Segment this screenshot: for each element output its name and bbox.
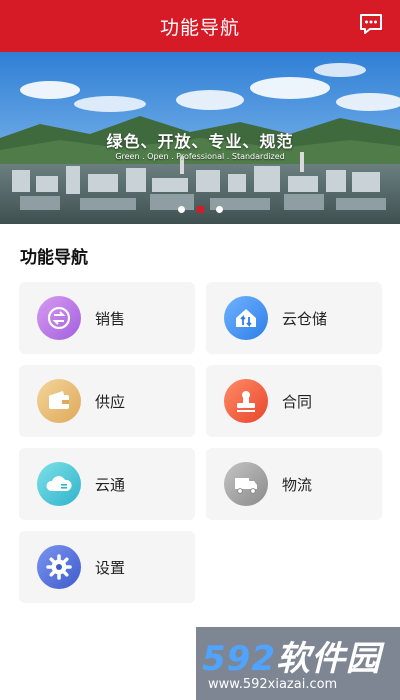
watermark-brand: 软件园 <box>275 639 381 679</box>
menu-card-cloud-warehouse[interactable]: 云仓储 <box>206 282 382 354</box>
menu-card-cloud-link[interactable]: 云通 <box>19 448 195 520</box>
site-watermark: 592软件园 www.592xiazai.com <box>196 627 400 700</box>
carousel-indicator <box>0 206 400 213</box>
gear-icon <box>37 545 81 589</box>
cloud-icon <box>37 462 81 506</box>
menu-label: 合同 <box>282 393 313 411</box>
truck-icon <box>224 462 268 506</box>
watermark-number: 592 <box>202 639 276 679</box>
wallet-icon <box>37 379 81 423</box>
sales-exchange-icon <box>37 296 81 340</box>
banner-carousel[interactable]: 绿色、开放、专业、规范 Green . Open . Professional … <box>0 52 400 224</box>
message-button[interactable] <box>358 12 384 36</box>
stamp-icon <box>224 379 268 423</box>
menu-label: 云通 <box>95 476 126 494</box>
menu-card-sales[interactable]: 销售 <box>19 282 195 354</box>
cloud-warehouse-icon <box>224 296 268 340</box>
carousel-dot[interactable] <box>177 206 185 213</box>
menu-card-contract[interactable]: 合同 <box>206 365 382 437</box>
menu-label: 设置 <box>95 559 126 577</box>
carousel-dot[interactable] <box>215 206 223 213</box>
top-bar: 功能导航 <box>0 0 400 52</box>
section-title: 功能导航 <box>20 248 88 268</box>
menu-card-settings[interactable]: 设置 <box>19 531 195 603</box>
banner-slogan-en: Green . Open . Professional . Standardiz… <box>115 152 285 161</box>
menu-label: 物流 <box>282 476 313 494</box>
watermark-logo: 592软件园 <box>202 631 381 680</box>
banner-slogan: 绿色、开放、专业、规范 <box>106 132 294 151</box>
page-title: 功能导航 <box>159 17 240 39</box>
menu-label: 供应 <box>95 393 126 411</box>
menu-label: 云仓储 <box>282 310 328 328</box>
menu-card-logistics[interactable]: 物流 <box>206 448 382 520</box>
watermark-url: www.592xiazai.com <box>208 677 338 692</box>
menu-card-supply[interactable]: 供应 <box>19 365 195 437</box>
menu-label: 销售 <box>95 310 126 328</box>
message-icon <box>360 14 382 34</box>
carousel-dot-active[interactable] <box>196 206 204 213</box>
